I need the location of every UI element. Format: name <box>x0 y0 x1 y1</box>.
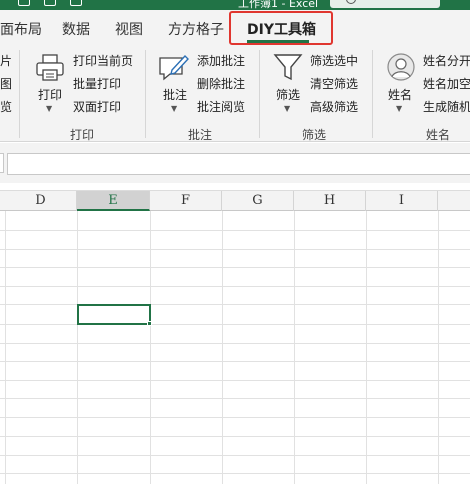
partial-item-2[interactable]: 图 <box>0 75 12 92</box>
formula-bar <box>0 143 470 183</box>
column-header-e[interactable]: E <box>77 191 150 211</box>
grid-line <box>150 211 151 484</box>
grid-line <box>5 211 6 484</box>
tab-highlight-box <box>229 11 333 45</box>
tab-data[interactable]: 数据 <box>62 19 90 39</box>
column-header-h[interactable]: H <box>294 191 366 211</box>
worksheet-grid[interactable]: D E F G H I <box>0 183 470 484</box>
grid-line <box>0 455 470 456</box>
advanced-filter-button[interactable]: 高级筛选 <box>310 98 358 115</box>
grid-line <box>0 417 470 418</box>
comment-group-label: 批注 <box>188 128 213 142</box>
grid-line <box>0 380 470 381</box>
grid-line <box>0 324 470 325</box>
pencil-note-icon <box>159 54 189 81</box>
name-group-label: 姓名 <box>426 128 451 142</box>
chevron-down-icon[interactable]: ▼ <box>171 104 177 113</box>
print-group-label: 打印 <box>70 128 95 142</box>
ribbon-separator <box>145 50 146 138</box>
filter-selected-button[interactable]: 筛选选中 <box>310 52 358 69</box>
window-title: 工作簿1 - Excel <box>238 0 319 10</box>
funnel-icon <box>273 54 303 81</box>
redo-icon[interactable] <box>70 0 82 6</box>
batch-print-button[interactable]: 批量打印 <box>73 75 121 92</box>
tab-view[interactable]: 视图 <box>115 19 143 39</box>
person-icon <box>387 53 415 81</box>
ribbon-separator <box>372 50 373 138</box>
ribbon-panel: 片 图 览 打印 ▼ 打印当前页 批量打印 双面打印 打印 批注 ▼ 添加批注 … <box>0 46 470 142</box>
title-bar: 工作簿1 - Excel <box>0 0 470 10</box>
active-cell[interactable] <box>77 304 151 325</box>
ribbon-separator <box>19 50 20 138</box>
review-comment-button[interactable]: 批注阅览 <box>197 98 245 115</box>
name-button[interactable]: 姓名 <box>388 86 412 103</box>
grid-line <box>0 230 470 231</box>
clear-filter-button[interactable]: 清空筛选 <box>310 75 358 92</box>
column-header-f[interactable]: F <box>150 191 222 211</box>
fill-handle[interactable] <box>147 321 152 326</box>
grid-line <box>0 343 470 344</box>
name-box[interactable] <box>0 153 4 173</box>
printer-icon <box>36 54 64 81</box>
tab-page-layout[interactable]: 面布局 <box>0 19 42 39</box>
partial-item-3[interactable]: 览 <box>0 98 12 115</box>
grid-line <box>0 398 470 399</box>
chevron-down-icon[interactable]: ▼ <box>46 104 52 113</box>
delete-comment-button[interactable]: 删除批注 <box>197 75 245 92</box>
filter-group-label: 筛选 <box>302 128 327 142</box>
column-header-g[interactable]: G <box>222 191 294 211</box>
column-headers: D E F G H I <box>0 190 470 211</box>
grid-line <box>0 304 470 305</box>
print-button[interactable]: 打印 <box>38 86 62 103</box>
grid-line <box>0 267 470 268</box>
add-comment-button[interactable]: 添加批注 <box>197 52 245 69</box>
grid-line <box>0 473 470 474</box>
formula-input[interactable] <box>7 153 470 175</box>
duplex-print-button[interactable]: 双面打印 <box>73 98 121 115</box>
grid-line <box>222 211 223 484</box>
split-name-button[interactable]: 姓名分开 <box>423 52 470 69</box>
grid-line <box>294 211 295 484</box>
save-icon[interactable] <box>18 0 30 6</box>
name-add-space-button[interactable]: 姓名加空 <box>423 75 470 92</box>
grid-line <box>438 211 439 484</box>
column-header-d[interactable]: D <box>5 191 77 211</box>
column-header-i[interactable]: I <box>366 191 438 211</box>
print-current-page-button[interactable]: 打印当前页 <box>73 52 133 69</box>
undo-icon[interactable] <box>44 0 56 6</box>
comment-button[interactable]: 批注 <box>163 86 187 103</box>
generate-random-button[interactable]: 生成随机 <box>423 98 470 115</box>
grid-line <box>0 249 470 250</box>
ribbon-separator <box>259 50 260 138</box>
tab-fangfang-grid[interactable]: 方方格子 <box>168 19 224 39</box>
chevron-down-icon[interactable]: ▼ <box>396 104 402 113</box>
grid-line <box>77 211 78 484</box>
grid-line <box>0 436 470 437</box>
grid-line <box>366 211 367 484</box>
partial-item-1[interactable]: 片 <box>0 52 12 69</box>
filter-button[interactable]: 筛选 <box>276 86 300 103</box>
grid-line <box>0 286 470 287</box>
chevron-down-icon[interactable]: ▼ <box>284 104 290 113</box>
grid-line <box>0 361 470 362</box>
